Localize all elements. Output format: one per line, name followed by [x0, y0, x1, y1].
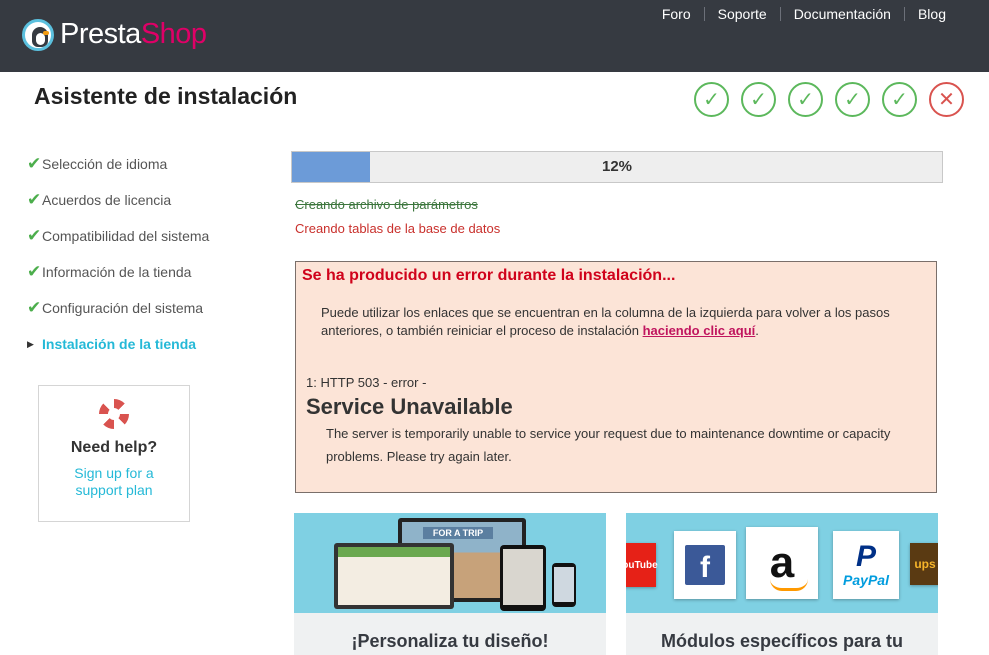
sidebar-item-label: Selección de idioma — [42, 156, 168, 172]
step-done-check-icon: ✓ — [835, 82, 870, 117]
sidebar-item-label: Información de la tienda — [42, 264, 192, 280]
restart-install-link[interactable]: haciendo clic aquí — [643, 323, 756, 338]
sidebar-item-system-config: ✔ Configuración del sistema — [27, 290, 267, 326]
sidebar-item-label: Configuración del sistema — [42, 300, 204, 316]
progress-label: 12% — [601, 158, 633, 175]
log-line-done: Creando archivo de parámetros — [295, 197, 478, 212]
ups-logo-icon: ups — [910, 543, 938, 585]
prestashop-logo[interactable]: PrestaShop — [22, 18, 207, 51]
laptop-icon — [334, 543, 454, 609]
check-icon: ✔ — [27, 226, 42, 245]
log-line-current: Creando tablas de la base de datos — [295, 221, 501, 236]
facebook-logo-icon: f — [674, 531, 736, 599]
sidebar-item-label: Acuerdos de licencia — [42, 192, 172, 208]
error-code: 1: HTTP 503 - error - — [306, 375, 427, 390]
sidebar-item-license: ✔ Acuerdos de licencia — [27, 182, 267, 218]
step-done-check-icon: ✓ — [694, 82, 729, 117]
partner-logos-image: YouTube f a P PayPal ups — [626, 513, 938, 613]
error-heading: Service Unavailable — [306, 394, 513, 419]
promo-caption: ¡Personaliza tu diseño! — [351, 631, 549, 651]
step-done-check-icon: ✓ — [882, 82, 917, 117]
check-icon: ✔ — [27, 298, 42, 317]
install-progress-bar: 12% — [291, 151, 943, 183]
tablet-icon — [500, 545, 546, 611]
page-title: Asistente de instalación — [34, 83, 298, 109]
error-message: Puede utilizar los enlaces que se encuen… — [321, 305, 890, 338]
paypal-logo-icon: P PayPal — [833, 531, 899, 599]
top-header: PrestaShop Foro Soporte Documentación Bl… — [0, 0, 989, 72]
error-title: Se ha producido un error durante la inst… — [302, 267, 676, 284]
nav-link-foro[interactable]: Foro — [649, 7, 704, 21]
step-done-check-icon: ✓ — [788, 82, 823, 117]
nav-link-documentacion[interactable]: Documentación — [779, 7, 904, 21]
youtube-logo-icon: YouTube — [626, 543, 658, 587]
step-error-x-icon: ✕ — [929, 82, 964, 117]
step-done-check-icon: ✓ — [741, 82, 776, 117]
sidebar-item-language: ✔ Selección de idioma — [27, 146, 267, 182]
help-box: Need help? Sign up for a support plan — [38, 385, 190, 522]
devices-mockup-image: FOR A TRIP — [294, 513, 606, 613]
puffin-logo-icon — [22, 18, 54, 51]
promo-design-card[interactable]: FOR A TRIP ¡Personaliza tu diseño! — [294, 513, 606, 655]
promo-modules-card[interactable]: YouTube f a P PayPal ups Módulos específ… — [626, 513, 938, 655]
check-icon: ✔ — [27, 190, 42, 209]
sidebar-item-label: Compatibilidad del sistema — [42, 228, 210, 244]
step-indicator: ✓ ✓ ✓ ✓ ✓ ✕ — [694, 82, 976, 117]
sidebar-item-label: Instalación de la tienda — [42, 336, 197, 352]
install-steps-sidebar: ✔ Selección de idioma ✔ Acuerdos de lice… — [27, 146, 267, 362]
support-plan-link[interactable]: Sign up for a support plan — [39, 465, 189, 499]
lifebuoy-icon — [99, 399, 129, 429]
error-box: Se ha producido un error durante la inst… — [295, 261, 937, 493]
promo-caption: Módulos específicos para tu — [660, 631, 904, 651]
error-description: The server is temporarily unable to serv… — [326, 426, 891, 464]
sidebar-item-store-install: ▶ Instalación de la tienda — [27, 326, 267, 362]
sidebar-item-compatibility: ✔ Compatibilidad del sistema — [27, 218, 267, 254]
phone-icon — [552, 563, 576, 607]
logo-wordmark: PrestaShop — [60, 18, 207, 50]
nav-link-soporte[interactable]: Soporte — [703, 7, 780, 21]
nav-link-blog[interactable]: Blog — [903, 7, 959, 21]
check-icon: ✔ — [27, 262, 42, 281]
check-icon: ✔ — [27, 154, 42, 173]
help-title: Need help? — [70, 439, 158, 456]
caret-right-icon: ▶ — [27, 338, 34, 349]
sidebar-item-store-info: ✔ Información de la tienda — [27, 254, 267, 290]
top-nav: Foro Soporte Documentación Blog — [649, 7, 959, 21]
amazon-logo-icon: a — [746, 527, 818, 599]
